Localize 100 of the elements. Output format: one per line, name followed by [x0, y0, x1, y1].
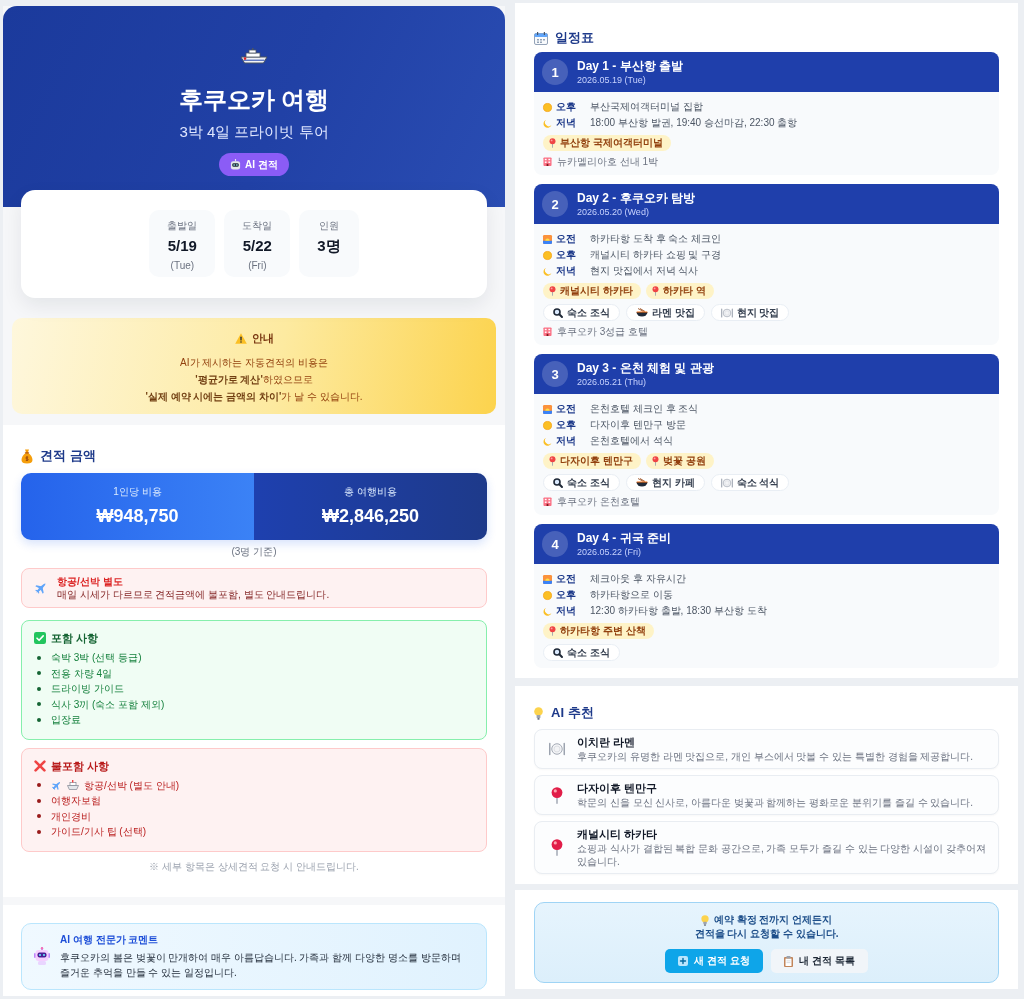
bowl-icon: [635, 478, 648, 487]
magnifier-icon: [553, 647, 563, 658]
day-title: Day 2 - 후쿠오카 탐방: [577, 190, 696, 206]
activity-text: 온천호텔 체크인 후 조식: [590, 402, 699, 416]
place-description: 후쿠오카의 유명한 라멘 맛집으로, 개인 부스에서 맛볼 수 있는 특별한 경험을 제공합니다.: [577, 750, 974, 763]
day-title: Day 4 - 귀국 준비: [577, 530, 672, 546]
period-label: 오전: [556, 232, 577, 246]
bullet-icon: [37, 686, 41, 691]
info-label: 인원: [319, 219, 339, 233]
notice-title: 안내: [251, 331, 274, 346]
activity-text: 현지 맛집에서 저녁 식사: [590, 264, 699, 278]
cta-message: 예약 확정 전까지 언제든지: [713, 913, 833, 927]
pin-icon: [551, 839, 563, 856]
period-label: 오전: [556, 402, 577, 416]
period-label: 오전: [556, 572, 577, 586]
activity-text: 18:00 부산항 발권, 19:40 승선마감, 22:30 출항: [590, 116, 798, 130]
quote-list-button[interactable]: 내 견적 목록: [771, 949, 868, 973]
sunrise-icon: [543, 234, 552, 244]
day-title: Day 3 - 온천 체험 및 관광: [577, 360, 714, 376]
day-number: 1: [542, 59, 568, 85]
activity-text: 체크아웃 후 자유시간: [590, 572, 686, 586]
list-item: 숙박 3박 (선택 등급): [51, 651, 142, 666]
ai-quote-label: AI 견적: [245, 157, 278, 172]
trip-title: 후쿠오카 여행: [178, 86, 330, 114]
place-name: 하카타 역: [662, 284, 706, 298]
day-number: 3: [542, 361, 568, 387]
list-item: 전용 차량 4일: [51, 666, 113, 681]
pin-icon: [549, 286, 556, 296]
list-item: 입장료: [51, 713, 81, 728]
place-title: 다자이후 텐만구: [577, 781, 659, 795]
info-weekday: (Tue): [170, 259, 195, 273]
meal-name: 숙소 석식: [736, 475, 780, 490]
info-value: 3명: [317, 236, 341, 256]
activity-text: 하카타항으로 이동: [590, 588, 673, 602]
place-description: 학문의 신을 모신 신사로, 아름다운 벚꽃과 함께하는 평화로운 분위기를 즐길 수 있습니다.: [577, 796, 974, 809]
pin-icon: [549, 626, 556, 636]
sunrise-icon: [543, 404, 552, 414]
ship-icon: [67, 780, 79, 791]
meal-name: 숙소 조식: [567, 475, 610, 490]
list-item: 여행자보험: [51, 794, 101, 809]
period-label: 저녁: [556, 116, 577, 130]
cta-message: 견적을 다시 요청할 수 있습니다.: [694, 927, 839, 941]
warning-icon: [234, 332, 247, 344]
trip-subtitle: 3박 4일 프라이빗 투어: [179, 122, 329, 142]
check-icon: [34, 632, 46, 644]
robot-icon: [230, 159, 242, 170]
list-title: 불포함 사항: [51, 758, 110, 774]
sun-icon: [543, 250, 552, 260]
meal-name: 현지 카페: [651, 475, 695, 490]
price-value: ₩2,846,250: [321, 505, 420, 528]
comment-title: AI 여행 전문가 코멘트: [60, 932, 160, 947]
place-name: 하카타항 주변 산책: [560, 624, 646, 638]
comment-text: 후쿠오카의 봄은 벚꽃이 만개하여 매우 아름답습니다. 가족과 함께 다양한 명소를 방문하며 즐거운 추억을 만들 수 있는 일정입니다.: [60, 950, 462, 980]
place-name: 캐널시티 하카타: [560, 284, 633, 298]
meal-name: 현지 맛집: [736, 305, 780, 320]
sun-icon: [543, 590, 552, 600]
activity-text: 하카타항 도착 후 숙소 체크인: [590, 232, 722, 246]
hotel-icon: [543, 157, 552, 166]
day-number: 2: [542, 191, 568, 217]
magnifier-icon: [553, 307, 563, 318]
period-label: 저녁: [556, 264, 577, 278]
day-date: 2026.05.20 (Wed): [577, 205, 650, 218]
bowl-icon: [635, 308, 648, 317]
notice-title: 항공/선박 별도: [57, 575, 124, 588]
lightbulb-icon: [534, 706, 543, 720]
moon-icon: [543, 266, 552, 276]
list-item: 식사 3끼 (숙소 포함 제외): [51, 697, 165, 712]
day-number: 4: [542, 531, 568, 557]
notice-text: AI가 제시하는 자동견적의 비용은 '평균가로 계산'하였으므로 '실제 예약 시에는 금액의 차이'가 날 수 있습니다.: [145, 356, 363, 404]
clipboard-icon: [784, 955, 793, 967]
place-title: 캐널시티 하카타: [577, 827, 659, 841]
period-label: 오후: [556, 100, 577, 114]
sun-icon: [543, 102, 552, 112]
airplane-icon: [51, 779, 62, 791]
day-date: 2026.05.21 (Thu): [577, 375, 648, 388]
place-name: 부산항 국제여객터미널: [560, 136, 663, 150]
cutlery-icon: [720, 477, 733, 488]
list-title: 포함 사항: [51, 631, 99, 646]
period-label: 저녁: [556, 434, 577, 448]
moon-icon: [543, 606, 552, 616]
moon-icon: [543, 118, 552, 128]
plus-square-icon: [678, 956, 689, 966]
cross-icon: [34, 759, 46, 772]
bullet-icon: [37, 702, 41, 707]
activity-text: 온천호텔에서 석식: [590, 434, 673, 448]
info-value: 5/22: [242, 236, 272, 256]
hotel-icon: [543, 497, 552, 506]
price-basis-note: (3명 기준): [230, 545, 278, 559]
bullet-icon: [37, 798, 41, 803]
info-label: 출발일: [167, 219, 198, 233]
lightbulb-icon: [700, 914, 709, 926]
list-item: 드라이빙 가이드: [51, 682, 124, 697]
section-title: AI 추천: [551, 704, 594, 722]
hotel-icon: [543, 327, 552, 336]
section-title: 견적 금액: [40, 447, 96, 465]
bullet-icon: [37, 783, 41, 788]
cutlery-icon: [549, 742, 565, 756]
activity-text: 부산국제여객터미널 집합: [590, 100, 703, 114]
price-value: ₩948,750: [96, 505, 179, 528]
meal-name: 라멘 맛집: [651, 305, 695, 320]
